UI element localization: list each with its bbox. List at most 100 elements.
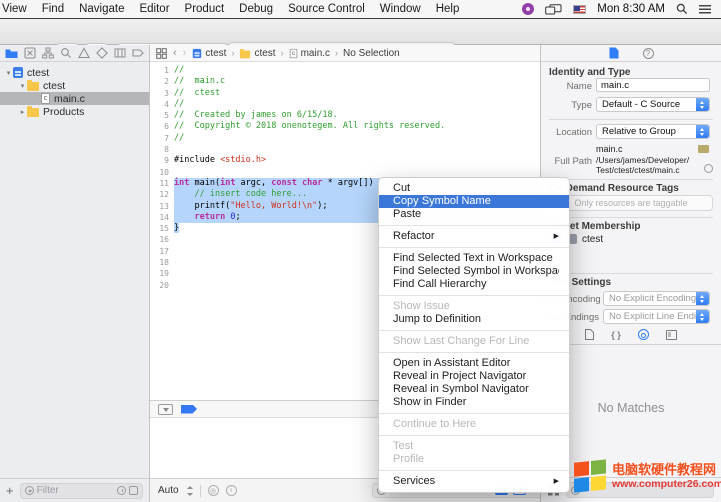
menu-navigate[interactable]: Navigate — [79, 3, 124, 15]
breadcrumb-item-no-selection[interactable]: No Selection — [343, 48, 400, 59]
context-menu-item-cut[interactable]: Cut — [379, 182, 569, 195]
go-back-button[interactable]: ‹ — [173, 47, 177, 59]
context-menu-item-continue-to-here: Continue to Here — [379, 418, 569, 431]
recent-files-icon[interactable] — [117, 486, 126, 495]
add-item-button[interactable]: + — [6, 484, 14, 497]
navigator-row-ctest[interactable]: ▾ctest — [0, 79, 149, 92]
menu-source-control[interactable]: Source Control — [288, 3, 365, 15]
line-number: 2 — [150, 76, 174, 87]
text-encoding-dropdown[interactable]: No Explicit Encoding — [603, 291, 710, 306]
go-forward-button[interactable]: › — [183, 47, 187, 59]
context-menu-item-jump-to-definition[interactable]: Jump to Definition — [379, 313, 569, 326]
menu-view[interactable]: View — [2, 3, 27, 15]
menu-bar-clock[interactable]: Mon 8:30 AM — [597, 3, 665, 15]
breadcrumb-item-ctest[interactable]: ctest — [239, 48, 275, 59]
disclosure-triangle[interactable]: ▸ — [18, 108, 27, 116]
submenu-arrow-icon: ▶ — [554, 230, 559, 243]
symbol-navigator-icon[interactable] — [42, 47, 54, 59]
file-inspector-tab[interactable] — [609, 47, 619, 59]
hide-debug-area-button[interactable] — [158, 404, 173, 415]
menu-item-label: Copy Symbol Name — [393, 195, 559, 208]
context-menu-item-open-in-assistant-editor[interactable]: Open in Assistant Editor — [379, 357, 569, 370]
related-items-icon[interactable] — [156, 48, 167, 59]
navigator-filter-field[interactable]: Filter — [20, 483, 143, 499]
code-line-1[interactable]: 1// — [150, 65, 540, 76]
notification-center-icon[interactable] — [699, 5, 711, 14]
breakpoint-navigator-icon[interactable] — [132, 47, 144, 59]
line-number: 12 — [150, 189, 174, 200]
filter-icon — [25, 486, 34, 495]
navigator-row-ctest[interactable]: ▾ctest — [0, 66, 149, 79]
code-text: // — [174, 99, 540, 110]
menu-window[interactable]: Window — [380, 3, 421, 15]
menu-editor[interactable]: Editor — [139, 3, 169, 15]
source-control-status-icon[interactable] — [129, 486, 138, 495]
context-menu-item-reveal-in-project-navigator[interactable]: Reveal in Project Navigator — [379, 370, 569, 383]
menu-help[interactable]: Help — [436, 3, 460, 15]
airplay-displays-icon[interactable] — [545, 4, 562, 15]
context-menu-item-paste[interactable]: Paste — [379, 208, 569, 221]
breadcrumb-label: ctest — [205, 48, 226, 59]
code-line-4[interactable]: 4// — [150, 99, 540, 110]
folder-icon[interactable] — [698, 145, 709, 153]
code-line-3[interactable]: 3// ctest — [150, 88, 540, 99]
navigator-row-products[interactable]: ▸Products — [0, 105, 149, 118]
navigator-tab-bar — [0, 45, 149, 62]
name-field[interactable]: main.c — [596, 78, 710, 92]
context-menu-item-show-in-finder[interactable]: Show in Finder — [379, 396, 569, 409]
context-menu-item-copy-symbol-name[interactable]: Copy Symbol Name — [379, 195, 569, 208]
line-number: 5 — [150, 110, 174, 121]
context-menu-item-refactor[interactable]: Refactor▶ — [379, 230, 569, 243]
type-dropdown[interactable]: Default - C Source — [596, 97, 710, 112]
code-line-8[interactable]: 8 — [150, 144, 540, 155]
location-label: Location — [541, 127, 592, 138]
context-menu-item-reveal-in-symbol-navigator[interactable]: Reveal in Symbol Navigator — [379, 383, 569, 396]
menu-product[interactable]: Product — [185, 3, 225, 15]
app-status-icon[interactable] — [522, 3, 534, 15]
quick-help-tab[interactable]: ? — [643, 48, 654, 59]
line-number: 15 — [150, 223, 174, 234]
breakpoints-toggle-icon[interactable] — [181, 405, 197, 414]
code-line-7[interactable]: 7// — [150, 133, 540, 144]
code-line-2[interactable]: 2// main.c — [150, 76, 540, 87]
file-template-library-tab[interactable] — [585, 329, 594, 340]
reveal-path-arrow-icon[interactable] — [704, 164, 713, 173]
filter-variables-icon[interactable]: ◎ — [208, 485, 219, 496]
project-navigator-icon[interactable] — [5, 48, 18, 59]
breadcrumb-item-main-c[interactable]: cmain.c — [289, 48, 330, 59]
line-endings-dropdown[interactable]: No Explicit Line Endings — [603, 309, 710, 324]
breadcrumb-item-ctest[interactable]: ctest — [192, 48, 226, 59]
navigator-row-main-c[interactable]: cmain.c — [0, 92, 149, 105]
code-line-5[interactable]: 5// Created by james on 6/15/18. — [150, 110, 540, 121]
info-icon[interactable]: i — [226, 485, 237, 496]
menu-find[interactable]: Find — [42, 3, 64, 15]
menu-item-label: Test — [393, 440, 559, 453]
context-menu-item-services[interactable]: Services▶ — [379, 475, 569, 488]
code-line-6[interactable]: 6// Copyright © 2018 onenotegem. All rig… — [150, 121, 540, 132]
issue-navigator-icon[interactable] — [78, 47, 90, 59]
editor-context-menu: CutCopy Symbol NamePaste Refactor▶ Find Se… — [378, 177, 570, 493]
menu-separator — [379, 330, 569, 331]
resource-tags-field[interactable]: Only resources are taggable — [549, 195, 713, 211]
object-library-tab[interactable] — [638, 329, 649, 340]
context-menu-item-find-call-hierarchy[interactable]: Find Call Hierarchy — [379, 278, 569, 291]
variables-view-scope-popup[interactable]: Auto — [158, 485, 179, 496]
spotlight-search-icon[interactable] — [676, 3, 688, 15]
source-control-navigator-icon[interactable] — [24, 47, 36, 59]
input-source-flag-icon[interactable] — [573, 5, 586, 14]
menu-item-label: Reveal in Project Navigator — [393, 370, 559, 383]
menu-debug[interactable]: Debug — [239, 3, 273, 15]
debug-navigator-icon[interactable] — [114, 47, 126, 59]
disclosure-triangle[interactable]: ▾ — [4, 69, 13, 77]
media-library-tab[interactable] — [666, 330, 677, 340]
code-snippet-library-tab[interactable]: { } — [611, 330, 621, 340]
divider — [549, 119, 713, 120]
test-navigator-icon[interactable] — [96, 47, 108, 59]
disclosure-triangle[interactable]: ▾ — [18, 82, 27, 90]
context-menu-item-find-selected-symbol-in-workspace[interactable]: Find Selected Symbol in Workspace — [379, 265, 569, 278]
code-line-9[interactable]: 9#include <stdio.h> — [150, 155, 540, 166]
location-dropdown[interactable]: Relative to Group — [596, 124, 710, 139]
find-navigator-icon[interactable] — [60, 47, 72, 59]
breadcrumb-separator: › — [231, 48, 234, 58]
context-menu-item-find-selected-text-in-workspace[interactable]: Find Selected Text in Workspace — [379, 252, 569, 265]
